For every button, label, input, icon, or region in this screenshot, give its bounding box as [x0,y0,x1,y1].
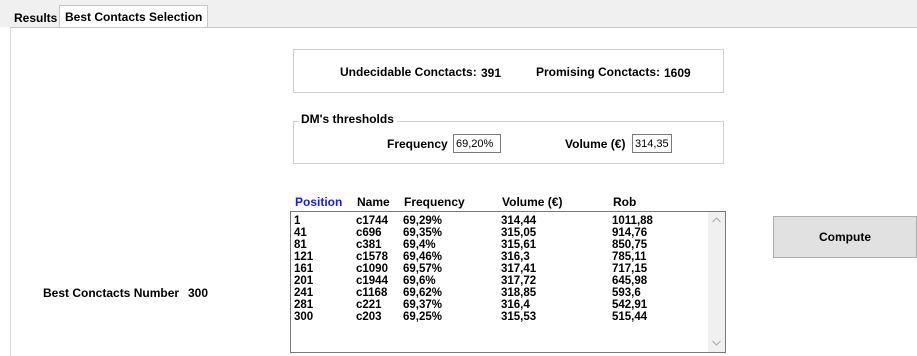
header-position: Position [295,195,343,209]
undecidable-value: 391 [481,66,502,80]
cell-frequency: 69,46% [403,251,443,263]
cell-position: 281 [294,299,314,311]
cell-volume: 316,4 [501,299,530,311]
list-item[interactable]: 281 c221 69,37% 316,4 542,91 [291,299,709,311]
cell-position: 300 [294,311,314,323]
cell-volume: 314,44 [501,215,537,227]
promising-label: Promising Conctacts: [536,65,661,79]
best-contacts-list[interactable]: 1 c1744 69,29% 314,44 1011,88 41 c696 69… [290,211,726,353]
header-volume: Volume (€) [502,195,563,209]
cell-position: 81 [294,239,307,251]
cell-volume: 316,3 [501,251,530,263]
volume-threshold-field[interactable]: 314,35 [632,134,672,153]
cell-volume: 315,61 [501,239,537,251]
cell-volume: 317,72 [501,275,537,287]
cell-frequency: 69,25% [403,311,443,323]
cell-name: c1090 [356,263,388,275]
cell-name: c203 [356,311,382,323]
cell-position: 241 [294,287,314,299]
undecidable-label: Undecidable Conctacts: [340,65,477,79]
cell-frequency: 69,57% [403,263,443,275]
cell-rob: 1011,88 [612,215,653,227]
chevron-down-icon[interactable] [708,335,725,352]
promising-value: 1609 [664,66,691,80]
cell-position: 201 [294,275,314,287]
tab-strip: Results Best Contacts Selection [0,0,917,28]
cell-volume: 317,41 [501,263,537,275]
list-item[interactable]: 161 c1090 69,57% 317,41 717,15 [291,263,709,275]
list-item[interactable]: 121 c1578 69,46% 316,3 785,11 [291,251,709,263]
cell-frequency: 69,62% [403,287,443,299]
chevron-up-icon[interactable] [708,212,725,229]
frequency-label: Frequency [387,137,448,151]
tab-results[interactable]: Results [10,9,61,27]
list-scrollbar[interactable] [708,212,725,352]
cell-position: 121 [294,251,314,263]
cell-name: c696 [356,227,382,239]
cell-frequency: 69,35% [403,227,443,239]
header-rob: Rob [613,195,637,209]
cell-name: c1944 [356,275,388,287]
list-item[interactable]: 81 c381 69,4% 315,61 850,75 [291,239,709,251]
list-item[interactable]: 1 c1744 69,29% 314,44 1011,88 [291,215,709,227]
list-item[interactable]: 41 c696 69,35% 315,05 914,76 [291,227,709,239]
list-item[interactable]: 300 c203 69,25% 315,53 515,44 [291,311,709,323]
best-number-label: Best Conctacts Number [43,286,180,300]
cell-frequency: 69,29% [403,215,443,227]
cell-rob: 785,11 [612,251,647,263]
header-frequency: Frequency [404,195,465,209]
cell-volume: 315,53 [501,311,537,323]
cell-rob: 914,76 [612,227,648,239]
best-number-value: 300 [188,286,209,300]
cell-frequency: 69,37% [403,299,443,311]
cell-frequency: 69,6% [403,275,436,287]
cell-frequency: 69,4% [403,239,436,251]
cell-volume: 318,85 [501,287,537,299]
cell-volume: 315,05 [501,227,537,239]
thresholds-title: DM's thresholds [299,112,397,126]
cell-position: 41 [294,227,307,239]
volume-label: Volume (€) [565,137,626,151]
cell-rob: 515,44 [612,311,648,323]
list-item[interactable]: 201 c1944 69,6% 317,72 645,98 [291,275,709,287]
cell-rob: 542,91 [612,299,648,311]
cell-name: c1168 [356,287,388,299]
cell-position: 1 [294,215,301,227]
cell-position: 161 [294,263,314,275]
cell-name: c381 [356,239,382,251]
header-name: Name [357,195,390,209]
cell-name: c1744 [356,215,388,227]
list-item[interactable]: 241 c1168 69,62% 318,85 593,6 [291,287,709,299]
compute-button[interactable]: Compute [773,216,917,258]
cell-name: c1578 [356,251,388,263]
cell-name: c221 [356,299,382,311]
cell-rob: 593,6 [612,287,641,299]
tab-best-contacts-selection[interactable]: Best Contacts Selection [59,5,209,28]
cell-rob: 717,15 [612,263,648,275]
frequency-threshold-field[interactable]: 69,20% [453,134,501,153]
cell-rob: 850,75 [612,239,648,251]
cell-rob: 645,98 [612,275,648,287]
